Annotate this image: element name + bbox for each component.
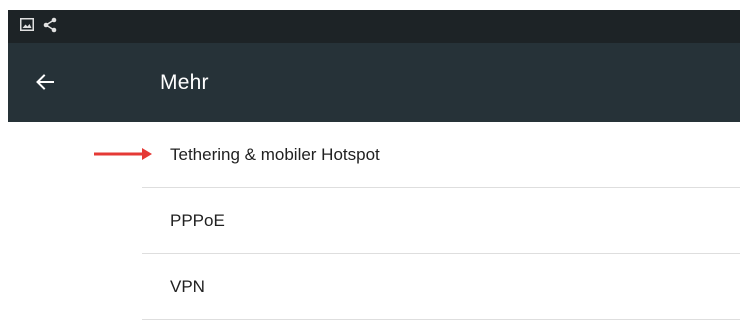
list-item-label: PPPoE — [170, 211, 225, 230]
image-icon — [20, 18, 34, 31]
arrow-left-icon — [36, 74, 54, 90]
divider — [142, 319, 740, 320]
list-item-label: Tethering & mobiler Hotspot — [170, 145, 380, 164]
list-item-vpn[interactable]: VPN — [8, 254, 740, 320]
app-bar: Mehr — [8, 43, 740, 122]
share-icon — [43, 17, 57, 33]
list-item-pppoe[interactable]: PPPoE — [8, 188, 740, 254]
page-title: Mehr — [160, 71, 209, 94]
screen: Mehr Tethering & mobiler Hotspot PPPoE V… — [8, 10, 740, 321]
status-bar — [8, 10, 740, 43]
annotation-arrow-icon — [94, 148, 152, 160]
list-item-label: VPN — [170, 277, 205, 296]
list-item-tethering[interactable]: Tethering & mobiler Hotspot — [8, 122, 740, 188]
settings-list: Tethering & mobiler Hotspot PPPoE VPN — [8, 122, 740, 320]
back-button[interactable] — [28, 65, 62, 99]
